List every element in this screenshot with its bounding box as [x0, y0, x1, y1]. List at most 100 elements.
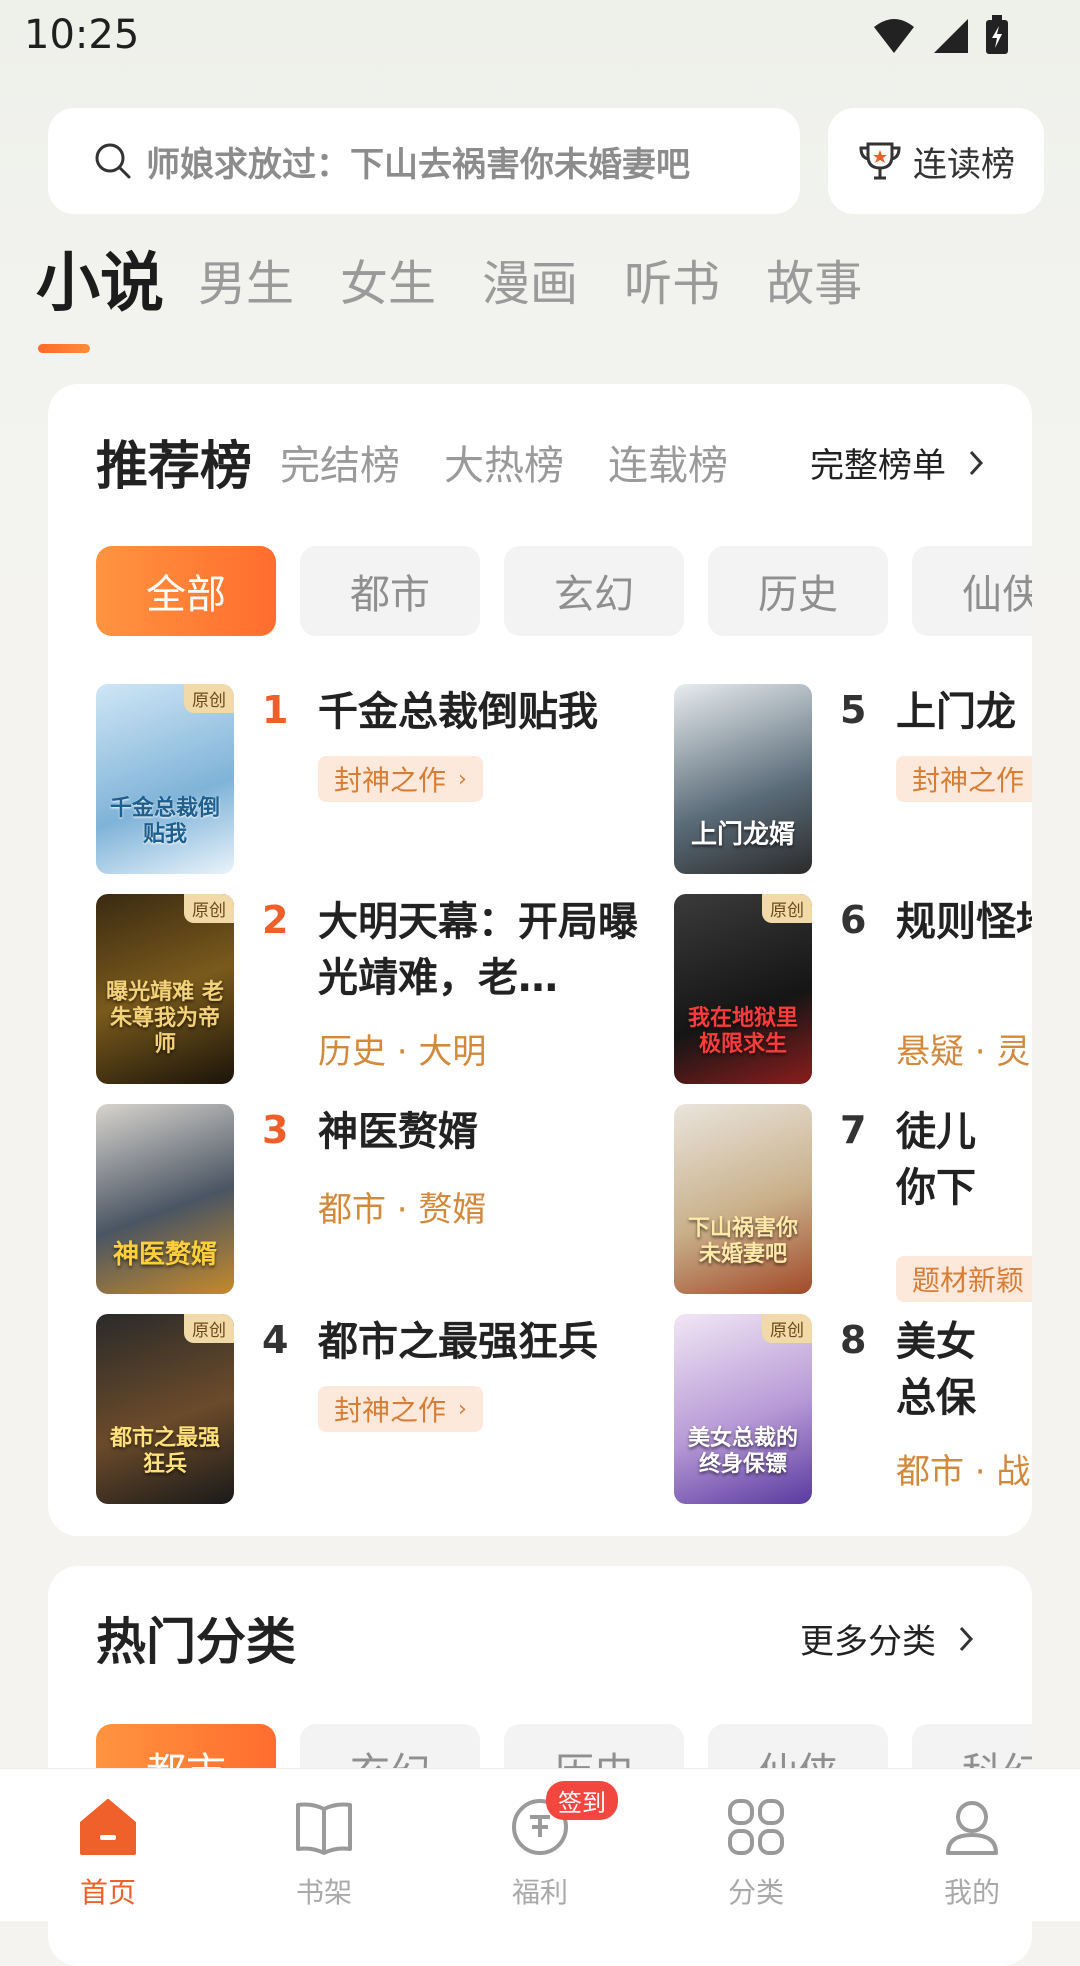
book-meta: 都市 · 赘婿: [318, 1190, 487, 1230]
user-icon: [946, 1801, 998, 1855]
book-item-7[interactable]: 下山祸害你未婚妻吧 7 徒儿你下山祸 题材新颖: [674, 1104, 1032, 1302]
nav-home[interactable]: 首页: [0, 1769, 216, 1921]
book-cover: 美女总裁的终身保镖 原创: [674, 1314, 812, 1504]
battery-icon: [986, 15, 1008, 54]
bottom-nav: 首页 书架 福利 签到 分类 我的: [0, 1768, 1080, 1921]
book-title-text: 规则怪地狱里: [896, 899, 1032, 945]
book-badge: 封神之作: [896, 756, 1032, 802]
full-list-link[interactable]: 完整榜单: [810, 438, 984, 487]
book-title: 千金总裁倒贴我: [318, 689, 598, 735]
trophy-icon: [859, 142, 901, 180]
more-categories-label: 更多分类: [800, 1622, 936, 1662]
book-meta: 悬疑 · 灵: [896, 1032, 1031, 1072]
tab-novel[interactable]: 小说: [36, 252, 164, 316]
tab-story[interactable]: 故事: [766, 252, 862, 316]
original-tag: 原创: [762, 894, 812, 923]
tab-audiobook[interactable]: 听书: [624, 252, 720, 316]
tab-comic[interactable]: 漫画: [482, 252, 578, 316]
nav-profile-label: 我的: [943, 1876, 1000, 1909]
chip-urban[interactable]: 都市: [300, 546, 480, 636]
book-cover: 都市之最强狂兵 原创: [96, 1314, 234, 1504]
nav-welfare-label: 福利: [511, 1876, 568, 1909]
chevron-right-icon: ›: [458, 766, 467, 792]
cover-title: 上门龙婿: [690, 820, 795, 850]
genre-chips: 全部 都市 玄幻 历史 仙侠: [96, 546, 1032, 636]
tab-female[interactable]: 女生: [340, 252, 436, 316]
checkin-badge: 签到: [546, 1781, 618, 1820]
book-item-6[interactable]: 我在地狱里极限求生 原创 6 规则怪地狱里 悬疑 · 灵: [674, 894, 1032, 1084]
book-title: 上门龙: [896, 689, 1016, 735]
book-item-5[interactable]: 上门龙婿 5 上门龙 封神之作: [674, 684, 1032, 874]
original-tag: 原创: [184, 1314, 234, 1343]
cover-title: 都市之最强狂兵: [109, 1426, 220, 1477]
book-icon: [296, 1802, 352, 1855]
book-title: 都市之最强狂兵: [318, 1319, 598, 1365]
book-cover: 曝光靖难 老朱尊我为帝师 原创: [96, 894, 234, 1084]
grid-icon: [728, 1799, 784, 1855]
book-title: 徒儿你下山祸: [896, 1109, 976, 1211]
book-cover: 下山祸害你未婚妻吧: [674, 1104, 812, 1294]
badge-label: 封神之作: [912, 764, 1025, 797]
original-tag: 原创: [762, 1314, 812, 1343]
tab-hot-rank[interactable]: 大热榜: [444, 433, 564, 491]
active-tab-indicator: [38, 344, 90, 353]
nav-profile[interactable]: 我的: [864, 1769, 1080, 1921]
status-bar: 10:25: [0, 0, 1080, 74]
wifi-icon: [874, 19, 914, 53]
chevron-right-icon: ›: [458, 1396, 467, 1422]
nav-category-label: 分类: [727, 1876, 784, 1909]
ranking-tabs: 推荐榜 完结榜 大热榜 连载榜: [96, 424, 772, 499]
book-item-1[interactable]: 千金总裁倒贴我 原创 1 千金总裁倒贴我 封神之作 ›: [96, 684, 656, 874]
book-cover: 千金总裁倒贴我 原创: [96, 684, 234, 874]
nav-bookshelf-label: 书架: [295, 1876, 352, 1909]
book-badge: 封神之作 ›: [318, 1386, 483, 1432]
cover-title: 曝光靖难 老朱尊我为帝师: [106, 980, 224, 1057]
nav-welfare[interactable]: 福利 签到: [432, 1769, 648, 1921]
book-badge: 题材新颖: [896, 1256, 1032, 1302]
rank-number: 2: [262, 898, 289, 942]
cover-title: 美女总裁的终身保镖: [687, 1426, 798, 1477]
tab-finished-rank[interactable]: 完结榜: [280, 433, 400, 491]
search-bar[interactable]: 师娘求放过：下山去祸害你未婚妻吧: [48, 108, 800, 214]
chevron-right-icon: [969, 450, 984, 475]
search-placeholder: 师娘求放过：下山去祸害你未婚妻吧: [146, 144, 690, 185]
rank-number: 3: [262, 1108, 289, 1152]
book-cover: 神医赘婿: [96, 1104, 234, 1294]
chip-all[interactable]: 全部: [96, 546, 276, 636]
cover-title: 神医赘婿: [112, 1240, 217, 1270]
book-item-8[interactable]: 美女总裁的终身保镖 原创 8 美女总保镖 都市 · 战: [674, 1314, 1032, 1504]
cover-title: 千金总裁倒贴我: [109, 796, 220, 847]
original-tag: 原创: [184, 894, 234, 923]
tab-serial-rank[interactable]: 连载榜: [608, 433, 728, 491]
book-title: 美女总保镖: [896, 1319, 976, 1421]
cover-title: 下山祸害你未婚妻吧: [687, 1216, 798, 1267]
reading-rank-label: 连读榜: [913, 144, 1015, 185]
rank-number: 1: [262, 688, 289, 732]
status-time: 10:25: [24, 12, 140, 58]
book-title: 规则怪地狱里: [896, 894, 1032, 1006]
rank-number: 6: [840, 898, 867, 942]
tab-recommend-rank[interactable]: 推荐榜: [96, 424, 252, 499]
home-icon: [80, 1799, 136, 1855]
rank-number: 8: [840, 1318, 867, 1362]
hot-categories-title: 热门分类: [96, 1613, 296, 1671]
book-item-4[interactable]: 都市之最强狂兵 原创 4 都市之最强狂兵 封神之作 ›: [96, 1314, 656, 1504]
tab-male[interactable]: 男生: [198, 252, 294, 316]
chip-xianxia[interactable]: 仙侠: [912, 546, 1032, 636]
nav-home-label: 首页: [79, 1876, 136, 1909]
badge-label: 封神之作: [334, 764, 447, 797]
top-tabs: 小说 男生 女生 漫画 听书 故事: [36, 252, 908, 316]
book-item-3[interactable]: 神医赘婿 3 神医赘婿 都市 · 赘婿: [96, 1104, 656, 1294]
chip-fantasy[interactable]: 玄幻: [504, 546, 684, 636]
chip-history[interactable]: 历史: [708, 546, 888, 636]
signal-icon: [934, 19, 968, 53]
book-cover: 我在地狱里极限求生 原创: [674, 894, 812, 1084]
more-categories-link[interactable]: 更多分类: [800, 1614, 974, 1663]
reading-rank-button[interactable]: 连读榜: [828, 108, 1044, 214]
nav-category[interactable]: 分类: [648, 1769, 864, 1921]
rank-number: 7: [840, 1108, 867, 1152]
search-icon: [95, 143, 131, 179]
nav-bookshelf[interactable]: 书架: [216, 1769, 432, 1921]
book-meta: 都市 · 战: [896, 1452, 1031, 1492]
book-item-2[interactable]: 曝光靖难 老朱尊我为帝师 原创 2 大明天幕：开局曝光靖难，老… 历史 · 大明: [96, 894, 656, 1084]
